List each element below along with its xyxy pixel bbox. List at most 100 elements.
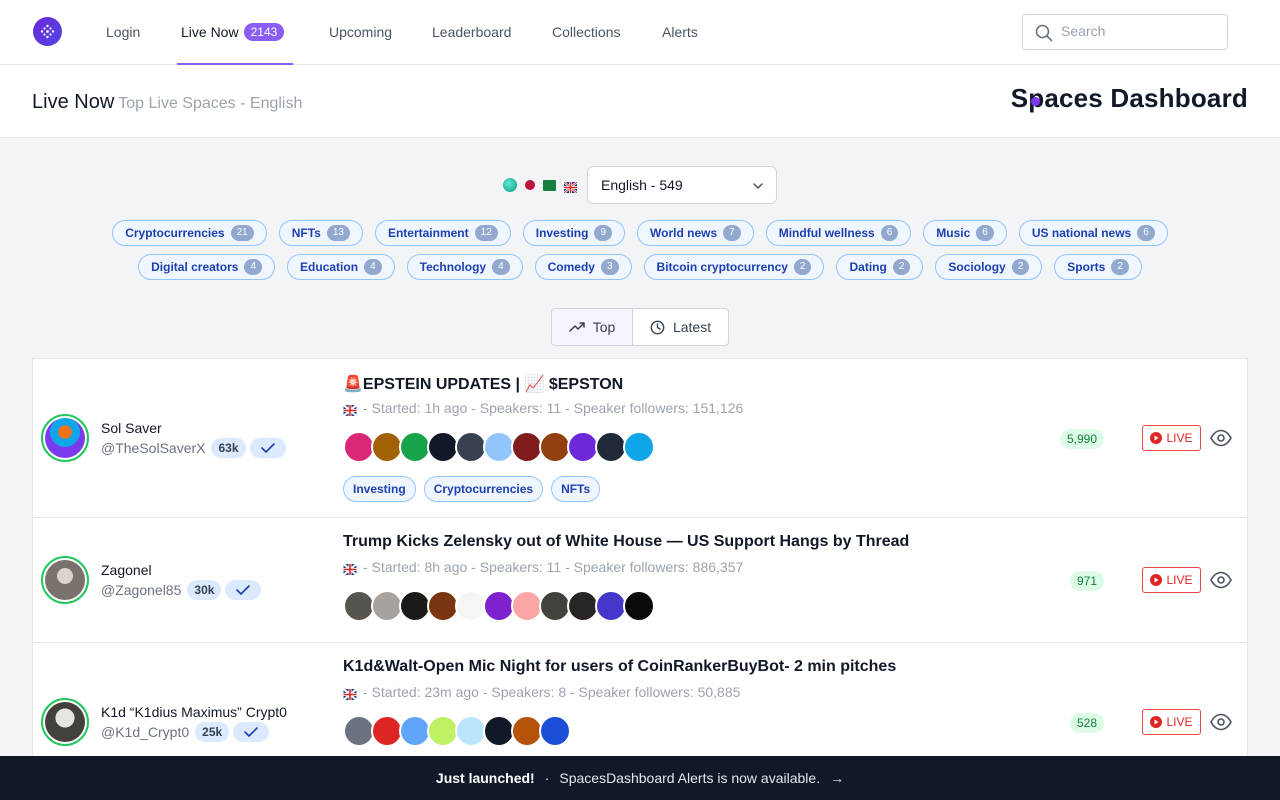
uk-flag-icon <box>342 403 358 417</box>
space-row[interactable]: K1d “K1dius Maximus” Crypt0 @K1d_Crypt0 … <box>33 643 1247 758</box>
topic-chip[interactable]: Music 6 <box>923 220 1007 246</box>
spaces-list: Sol Saver @TheSolSaverX 63k 🚨EPSTEIN UPD… <box>32 358 1248 758</box>
uk-flag-icon[interactable] <box>563 180 578 194</box>
host-name[interactable]: Sol Saver <box>101 420 162 436</box>
clock-icon <box>650 320 665 334</box>
host-handle[interactable]: @Zagonel85 <box>101 582 181 598</box>
host-handle-row: @Zagonel85 30k <box>101 580 262 600</box>
live-button[interactable]: LIVE <box>1142 567 1201 593</box>
eye-icon[interactable] <box>1210 571 1232 589</box>
space-row[interactable]: Sol Saver @TheSolSaverX 63k 🚨EPSTEIN UPD… <box>33 359 1247 518</box>
host-handle-row: @TheSolSaverX 63k <box>101 438 286 458</box>
space-tag[interactable]: Cryptocurrencies <box>423 476 544 502</box>
eye-icon[interactable] <box>1210 429 1232 447</box>
page-title: Live Now Top Live Spaces - English <box>32 91 302 114</box>
speaker-avatar[interactable] <box>623 590 655 622</box>
space-row[interactable]: Zagonel @Zagonel85 30k Trump Kicks Zelen… <box>33 518 1247 643</box>
listener-count: 5,990 <box>1059 429 1104 449</box>
topic-chip[interactable]: Investing 9 <box>522 220 626 246</box>
follower-count-badge: 25k <box>195 722 230 742</box>
arrow-right-icon: → <box>830 770 845 786</box>
host-name[interactable]: Zagonel <box>101 562 152 578</box>
speaker-avatar[interactable] <box>539 715 571 747</box>
host-avatar[interactable] <box>41 698 89 746</box>
topic-chip[interactable]: Technology 4 <box>406 254 523 280</box>
topic-chip[interactable]: Sports 2 <box>1054 254 1142 280</box>
space-title[interactable]: K1d&Walt-Open Mic Night for users of Coi… <box>343 658 896 676</box>
topic-chip-count: 6 <box>880 225 899 241</box>
topic-chip[interactable]: Education 4 <box>287 254 395 280</box>
listener-count: 528 <box>1069 713 1104 733</box>
host-handle[interactable]: @K1d_Crypt0 <box>101 724 189 740</box>
nav-collections[interactable]: Collections <box>552 0 620 65</box>
globe-icon[interactable] <box>503 178 517 192</box>
topic-chip-label: Digital creators <box>151 260 239 274</box>
topic-chip-count: 4 <box>492 259 510 275</box>
host-avatar[interactable] <box>41 414 89 462</box>
topic-chip[interactable]: Entertainment 12 <box>374 220 511 246</box>
sort-latest-button[interactable]: Latest <box>633 309 728 345</box>
page-title-text: Live Now <box>32 91 115 113</box>
space-tags: Investing Cryptocurrencies NFTs <box>343 476 601 502</box>
space-tag[interactable]: Investing <box>343 476 416 502</box>
space-meta: - Started: 23m ago - Speakers: 8 - Speak… <box>342 684 741 701</box>
space-title[interactable]: 🚨EPSTEIN UPDATES | 📈 $EPSTON <box>343 374 623 394</box>
chevron-down-icon <box>753 183 763 190</box>
japan-flag-icon[interactable] <box>525 180 535 190</box>
space-meta-text: - Started: 8h ago - Speakers: 11 - Speak… <box>363 559 744 575</box>
live-button[interactable]: LIVE <box>1142 425 1201 451</box>
space-title[interactable]: Trump Kicks Zelensky out of White House … <box>343 533 909 551</box>
sort-latest-label: Latest <box>672 319 712 335</box>
topic-chip-count: 6 <box>976 225 994 241</box>
sort-top-button[interactable]: Top <box>552 309 634 345</box>
page-subtitle: Top Live Spaces - English <box>118 95 303 112</box>
follower-count-badge: 30k <box>187 580 222 600</box>
host-avatar[interactable] <box>41 556 89 604</box>
announcement-banner[interactable]: Just launched! · SpacesDashboard Alerts … <box>0 756 1280 800</box>
topic-chip[interactable]: Bitcoin cryptocurrency 2 <box>643 254 825 280</box>
topic-chip-count: 13 <box>326 225 350 241</box>
topic-chip-label: Technology <box>419 260 487 274</box>
topic-chip[interactable]: NFTs 13 <box>278 220 363 246</box>
speaker-avatar[interactable] <box>623 431 655 463</box>
topic-chip[interactable]: World news 7 <box>637 220 754 246</box>
banner-highlight: Just launched! <box>435 770 535 786</box>
topic-chip-count: 7 <box>723 225 741 241</box>
nav-alerts[interactable]: Alerts <box>662 0 698 65</box>
host-name[interactable]: K1d “K1dius Maximus” Crypt0 <box>101 704 287 720</box>
brand-wordmark[interactable]: Spaces Dashboard <box>1011 83 1248 114</box>
topic-chip[interactable]: Dating 2 <box>836 254 924 280</box>
sort-top-label: Top <box>592 319 616 335</box>
topic-chip-label: Investing <box>535 226 589 240</box>
page-header: Live Now Top Live Spaces - English Spaces… <box>0 65 1280 138</box>
verified-icon <box>225 580 262 600</box>
host-handle-row: @K1d_Crypt0 25k <box>101 722 270 742</box>
topic-chip-label: Sports <box>1067 260 1106 274</box>
topic-chip[interactable]: Mindful wellness 6 <box>765 220 912 246</box>
topic-chip[interactable]: Cryptocurrencies 21 <box>112 220 267 246</box>
topic-chip-label: US national news <box>1031 226 1132 240</box>
nav-leaderboard[interactable]: Leaderboard <box>432 0 511 65</box>
logo[interactable] <box>33 17 62 46</box>
topic-chip[interactable]: Digital creators 4 <box>138 254 276 280</box>
search-input[interactable] <box>1061 23 1221 39</box>
topic-chip-label: Bitcoin cryptocurrency <box>656 260 788 274</box>
nav-login[interactable]: Login <box>106 0 140 65</box>
space-meta-text: - Started: 23m ago - Speakers: 8 - Speak… <box>363 684 741 700</box>
live-button[interactable]: LIVE <box>1142 709 1201 735</box>
live-label: LIVE <box>1166 715 1193 729</box>
topic-chip[interactable]: Comedy 3 <box>534 254 632 280</box>
language-select[interactable]: English - 549 <box>587 166 777 204</box>
saudi-flag-icon[interactable] <box>543 179 556 191</box>
nav-upcoming[interactable]: Upcoming <box>329 0 392 65</box>
nav-live-now[interactable]: Live Now 2143 <box>177 0 293 65</box>
host-handle[interactable]: @TheSolSaverX <box>101 440 205 456</box>
topic-chip[interactable]: US national news 6 <box>1018 220 1168 246</box>
eye-icon[interactable] <box>1210 713 1232 731</box>
verified-icon <box>233 722 270 742</box>
space-tag[interactable]: NFTs <box>551 476 601 502</box>
speaker-avatars <box>343 431 655 463</box>
verified-icon <box>249 438 286 458</box>
topic-chip-label: Education <box>300 260 359 274</box>
topic-chip[interactable]: Sociology 2 <box>935 254 1043 280</box>
